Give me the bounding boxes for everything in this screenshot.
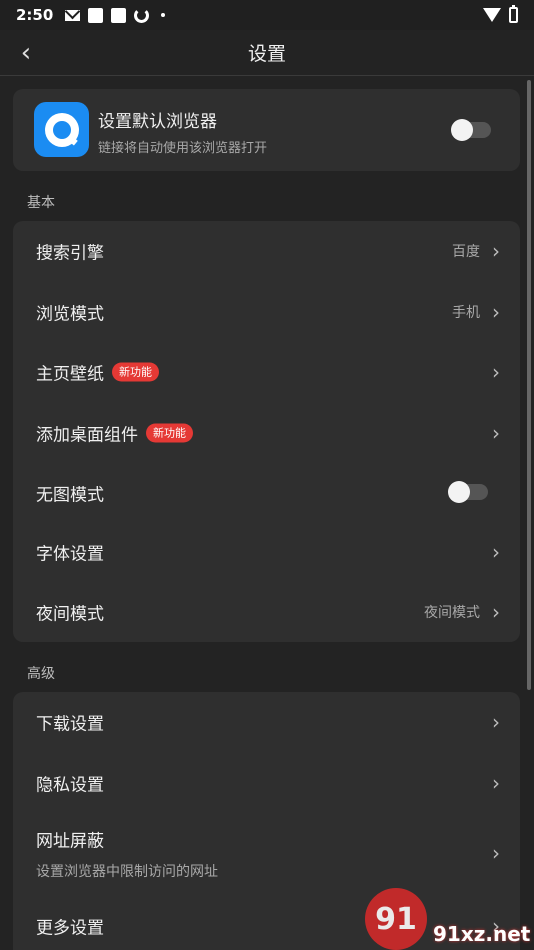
dot-icon — [161, 13, 166, 17]
app-bar: ‹ 设置 — [0, 30, 534, 76]
row-value: 夜间模式 — [424, 605, 480, 621]
row-label: 浏览模式 — [36, 304, 104, 325]
section-label-advanced: 高级 — [27, 666, 55, 682]
app-logo — [34, 102, 89, 157]
mail-icon — [65, 9, 81, 21]
setting-row-night-mode[interactable]: 夜间模式 夜间模式 › — [13, 582, 520, 642]
notification-square-icon — [88, 7, 104, 23]
setting-row-url-block[interactable]: 网址屏蔽 设置浏览器中限制访问的网址 › — [13, 813, 520, 893]
section-label-basic: 基本 — [27, 195, 55, 211]
chevron-right-icon: › — [492, 771, 500, 795]
row-value: 手机 — [452, 305, 480, 321]
chevron-right-icon: › — [492, 239, 500, 263]
back-button[interactable]: ‹ — [12, 36, 40, 70]
chevron-right-icon: › — [492, 421, 500, 445]
row-label: 隐私设置 — [36, 775, 104, 796]
battery-charging-icon — [509, 5, 518, 23]
back-arrow-icon: ‹ — [20, 38, 32, 68]
no-image-mode-toggle[interactable] — [448, 481, 488, 503]
toggle-knob — [448, 481, 470, 503]
setting-row-font[interactable]: 字体设置 › — [13, 522, 520, 582]
row-label-group: 添加桌面组件 新功能 — [36, 421, 193, 446]
setting-row-search-engine[interactable]: 搜索引擎 百度 › — [13, 221, 520, 281]
default-browser-subtitle: 链接将自动使用该浏览器打开 — [98, 141, 268, 156]
chevron-right-icon: › — [492, 841, 500, 865]
browser-logo-icon — [44, 112, 79, 147]
row-label: 更多设置 — [36, 918, 104, 939]
setting-row-desktop-widget[interactable]: 添加桌面组件 新功能 › — [13, 403, 520, 463]
row-label-group: 主页壁纸 新功能 — [36, 360, 159, 385]
chevron-right-icon: › — [492, 360, 500, 384]
scrollbar[interactable] — [527, 80, 531, 690]
new-feature-badge: 新功能 — [112, 362, 159, 382]
watermark-text: 91xz.net — [433, 922, 531, 946]
status-time: 2:50 — [16, 6, 54, 24]
row-label: 夜间模式 — [36, 604, 104, 625]
setting-row-wallpaper[interactable]: 主页壁纸 新功能 › — [13, 342, 520, 402]
setting-row-download[interactable]: 下载设置 › — [13, 692, 520, 752]
chevron-right-icon: › — [492, 300, 500, 324]
sync-icon — [134, 7, 150, 23]
new-feature-badge: 新功能 — [146, 423, 193, 443]
watermark-logo: 91 — [365, 888, 427, 950]
row-label: 无图模式 — [36, 485, 104, 506]
row-label: 搜索引擎 — [36, 243, 104, 264]
default-browser-card[interactable]: 设置默认浏览器 链接将自动使用该浏览器打开 — [13, 89, 520, 171]
wifi-icon — [483, 8, 501, 22]
status-notification-icons — [65, 7, 166, 23]
watermark: 91 91xz.net — [365, 888, 534, 950]
row-label: 网址屏蔽 — [36, 831, 104, 852]
chevron-right-icon: › — [492, 600, 500, 624]
chevron-right-icon: › — [492, 540, 500, 564]
setting-row-privacy[interactable]: 隐私设置 › — [13, 753, 520, 813]
row-label: 添加桌面组件 — [36, 425, 138, 446]
row-value: 百度 — [452, 244, 480, 260]
setting-row-no-image-mode[interactable]: 无图模式 — [13, 463, 520, 523]
default-browser-title: 设置默认浏览器 — [98, 112, 217, 132]
page-title: 设置 — [247, 43, 286, 65]
notification-square-icon — [111, 7, 127, 23]
row-subtitle: 设置浏览器中限制访问的网址 — [36, 864, 218, 880]
toggle-knob — [451, 119, 473, 141]
row-label: 字体设置 — [36, 544, 104, 565]
setting-row-browse-mode[interactable]: 浏览模式 手机 › — [13, 282, 520, 342]
basic-settings-card: 搜索引擎 百度 › 浏览模式 手机 › 主页壁纸 新功能 › 添加桌面组件 新功… — [13, 221, 520, 642]
status-system-icons — [483, 5, 518, 23]
row-label: 主页壁纸 — [36, 364, 104, 385]
default-browser-toggle[interactable] — [451, 119, 491, 141]
row-label: 下载设置 — [36, 714, 104, 735]
status-bar: 2:50 — [0, 0, 534, 30]
chevron-right-icon: › — [492, 710, 500, 734]
